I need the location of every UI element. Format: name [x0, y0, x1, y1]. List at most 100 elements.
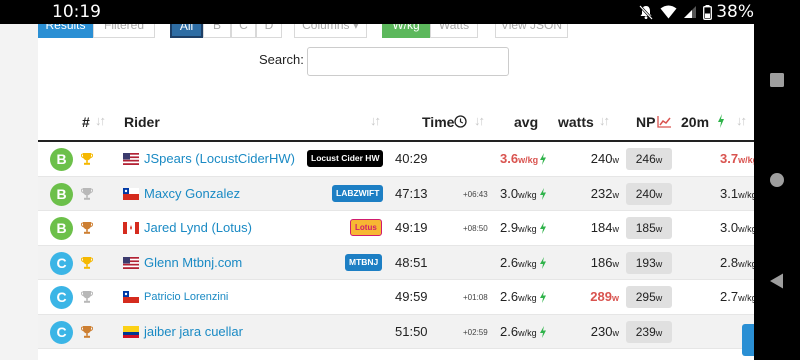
rider-link[interactable]: jaiber jara cuellar	[144, 324, 243, 339]
table-row: B Maxcy Gonzalez LABZWIFT 47:13 +06:43 3.0w/k…	[38, 176, 754, 211]
filter-d-button[interactable]: D	[256, 24, 282, 38]
table-body: B JSpears (LocustCiderHW) Locust Cider HW 4…	[38, 142, 754, 349]
finish-time: 47:13	[395, 185, 428, 201]
phone-screen: 10:19 38% Results Filtered All B C D Col…	[0, 0, 800, 360]
np-number: 185	[635, 221, 656, 235]
watts-value: 240w	[591, 151, 619, 166]
trend-chart-icon	[657, 116, 671, 128]
bolt-icon	[540, 153, 546, 165]
battery-percentage: 38%	[716, 2, 754, 22]
view-json-button[interactable]: View JSON	[495, 24, 568, 38]
clock-icon	[454, 115, 467, 128]
wkg-20m-number: 2.8	[720, 254, 739, 270]
header-20m[interactable]: 20m	[681, 114, 709, 130]
filter-all-button[interactable]: All	[170, 24, 203, 38]
watts-unit: w	[612, 189, 620, 200]
finish-time: 48:51	[395, 254, 428, 270]
watts-unit: w	[612, 258, 620, 269]
category-badge: B	[50, 148, 73, 171]
watts-unit: w	[612, 327, 620, 338]
watts-button[interactable]: Watts	[430, 24, 478, 38]
wkg-button[interactable]: W/kg	[382, 24, 430, 38]
finish-time: 49:19	[395, 220, 428, 235]
np-number: 295	[635, 290, 656, 304]
flag-icon-cl	[123, 187, 139, 200]
trophy-icon	[81, 291, 93, 303]
recent-apps-icon[interactable]	[767, 70, 787, 90]
team-badge[interactable]: LABZWIFT	[332, 184, 384, 202]
avg-unit: w/kg	[518, 293, 537, 303]
bolt-icon	[540, 187, 546, 200]
rider-link[interactable]: Jared Lynd (Lotus)	[144, 220, 252, 235]
wkg-20m-unit: w/kg	[738, 224, 754, 234]
wkg-20m-unit: w/kg	[738, 293, 754, 303]
bell-muted-icon	[639, 5, 654, 20]
results-page: Results Filtered All B C D Columns ▾ W/k…	[38, 24, 754, 360]
header-time[interactable]: Time	[422, 114, 454, 130]
np-unit: w	[655, 155, 663, 165]
status-clock: 10:19	[52, 2, 101, 22]
flag-icon-ca	[123, 222, 139, 234]
np-unit: w	[655, 293, 663, 303]
np-value: 239w	[626, 320, 672, 343]
header-position[interactable]: #	[82, 114, 90, 130]
home-icon[interactable]	[767, 170, 787, 190]
filter-b-button[interactable]: B	[203, 24, 231, 38]
avg-value: 3.6	[500, 151, 519, 166]
header-rider[interactable]: Rider	[124, 114, 160, 130]
bolt-icon	[718, 114, 724, 128]
back-icon[interactable]	[767, 271, 787, 291]
avg-wkg: 3.0w/kg	[500, 186, 537, 201]
header-avg[interactable]: avg	[514, 114, 538, 130]
wkg-20m-unit: w/kg	[738, 155, 754, 165]
avg-unit: w/kg	[518, 224, 537, 234]
sort-icon[interactable]: ↓↑	[370, 113, 381, 128]
wkg-20m: 2.8w/kg	[720, 255, 754, 270]
np-value: 246w	[626, 148, 672, 170]
header-watts[interactable]: watts	[558, 114, 594, 130]
signal-icon	[684, 6, 697, 18]
np-number: 240	[635, 186, 656, 201]
results-table: # ↓↑ Rider ↓↑ Time ↓↑ avg watts ↓↑ NP 20	[38, 104, 754, 349]
rider-link[interactable]: JSpears (LocustCiderHW)	[144, 151, 295, 166]
search-input[interactable]	[307, 47, 509, 76]
results-button[interactable]: Results	[38, 24, 93, 38]
table-row: B JSpears (LocustCiderHW) Locust Cider HW 4…	[38, 142, 754, 177]
scroll-to-top-button[interactable]	[742, 324, 754, 356]
team-badge[interactable]: MTBNJ	[345, 253, 383, 271]
np-unit: w	[655, 224, 663, 234]
sort-icon[interactable]: ↓↑	[736, 113, 747, 128]
wkg-20m: 3.1w/kg	[720, 186, 754, 201]
team-badge[interactable]: Locust Cider HW	[307, 150, 384, 167]
trophy-icon	[81, 222, 93, 234]
watts-number: 186	[590, 254, 613, 270]
search-label: Search:	[259, 52, 304, 67]
sort-icon[interactable]: ↓↑	[95, 113, 106, 128]
watts-value: 289w	[590, 289, 619, 304]
filtered-button[interactable]: Filtered	[93, 24, 155, 38]
rider-link[interactable]: Patricio Lorenzini	[144, 291, 228, 303]
watts-value: 232w	[591, 186, 619, 201]
rider-link[interactable]: Glenn Mtbnj.com	[144, 255, 242, 270]
np-number: 239	[635, 324, 656, 339]
finish-time: 49:59	[395, 289, 428, 304]
wkg-20m-number: 3.7	[720, 151, 739, 166]
flag-icon-cl	[123, 291, 139, 303]
columns-dropdown[interactable]: Columns ▾	[294, 24, 367, 38]
avg-wkg: 3.6w/kg	[500, 151, 538, 166]
np-unit: w	[655, 327, 663, 338]
sort-icon[interactable]: ↓↑	[599, 113, 610, 128]
bolt-icon	[540, 325, 546, 338]
filter-c-button[interactable]: C	[231, 24, 256, 38]
np-unit: w	[655, 258, 663, 269]
time-gap: +01:08	[463, 293, 488, 302]
team-badge[interactable]: Lotus	[350, 219, 382, 236]
sort-icon[interactable]: ↓↑	[474, 113, 485, 128]
watts-value: 184w	[591, 220, 619, 235]
header-np[interactable]: NP	[636, 114, 655, 130]
rider-link[interactable]: Maxcy Gonzalez	[144, 186, 240, 201]
watts-unit: w	[611, 293, 619, 303]
flag-icon-us	[123, 153, 139, 165]
status-icons: 38%	[638, 2, 754, 22]
watts-number: 184	[590, 220, 613, 235]
